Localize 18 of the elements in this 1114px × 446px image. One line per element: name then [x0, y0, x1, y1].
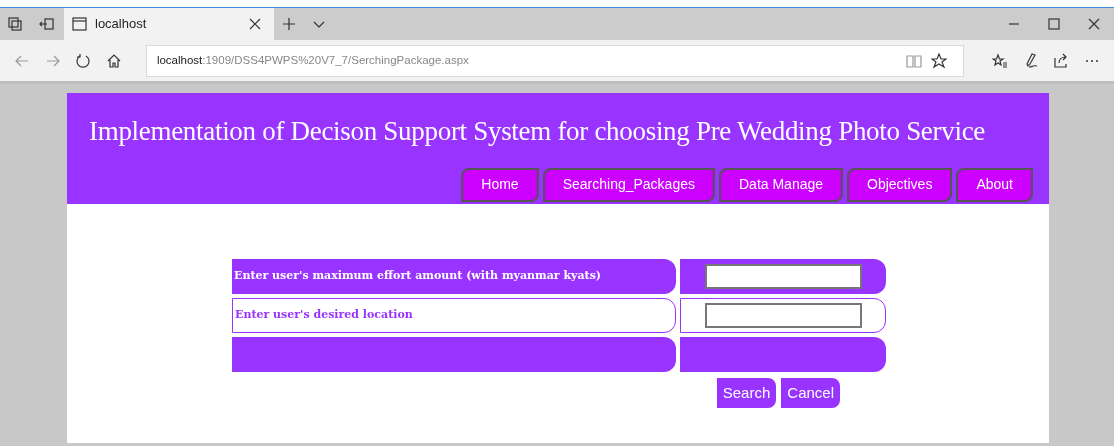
nav-button[interactable]: Data Manage: [719, 167, 844, 202]
nav-button[interactable]: Objectives: [847, 167, 953, 202]
page-icon: [72, 17, 87, 31]
search-button[interactable]: Search: [716, 378, 777, 408]
field-label: Enter user's desired location: [232, 298, 676, 333]
browser-tab[interactable]: localhost: [64, 8, 274, 40]
site-title: Implementation of Decison Support System for choosing Pre Wedding Photo Service: [89, 115, 986, 148]
url-host: localhost: [156, 53, 203, 66]
cancel-button[interactable]: Cancel: [781, 378, 840, 408]
nav-button[interactable]: Searching_Packages: [542, 167, 715, 202]
nav-button[interactable]: About: [956, 167, 1033, 202]
url-path: :1909/DSS4PWPS%20V7_7/SerchingPackage.aspx: [202, 53, 469, 66]
tab-title: localhost: [95, 15, 148, 34]
field-label: Enter user's maximum effort amount (with myanmar kyats): [232, 259, 676, 294]
input-field[interactable]: [704, 264, 862, 289]
input-field[interactable]: [704, 303, 862, 328]
nav-button[interactable]: Home: [461, 167, 539, 202]
address-bar[interactable]: localhost:1909/DSS4PWPS%20V7_7/SerchingPackage.aspx: [145, 44, 964, 77]
